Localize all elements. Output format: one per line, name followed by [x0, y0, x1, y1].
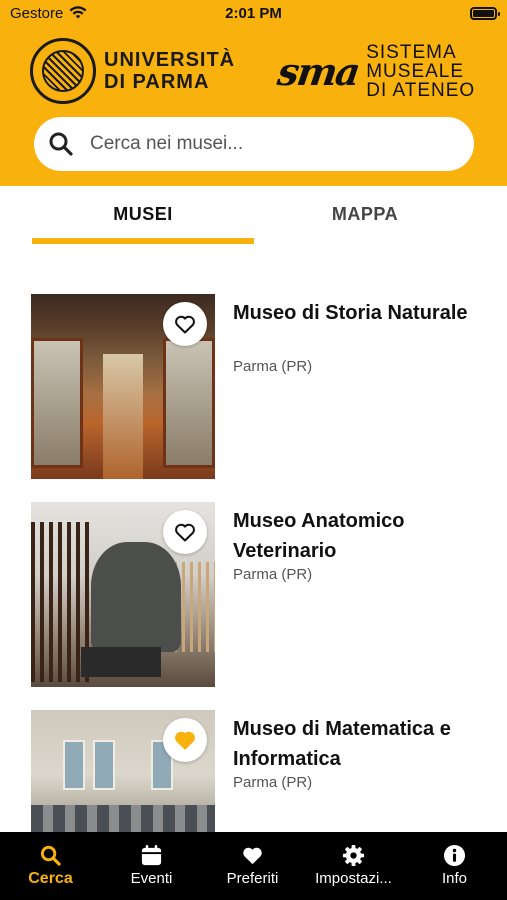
- status-bar: Gestore 2:01 PM: [0, 0, 507, 28]
- museum-location: Parma (PR): [233, 774, 313, 791]
- sma-name-line2: MUSEALE: [366, 60, 465, 82]
- museum-location: Parma (PR): [233, 358, 313, 375]
- heart-icon: [243, 847, 262, 865]
- tabbar-item-preferiti[interactable]: Preferiti: [202, 832, 303, 900]
- tabbar-label: Cerca: [28, 870, 73, 887]
- tabbar-label: Impostazi...: [315, 870, 392, 887]
- university-seal-icon: [30, 38, 96, 104]
- favorite-button[interactable]: [163, 302, 207, 346]
- sma-name-line1: SISTEMA: [366, 41, 457, 63]
- sma-name: SISTEMA MUSEALE DI ATENEO: [366, 43, 475, 100]
- search-icon: [40, 845, 61, 866]
- museum-card[interactable]: Museo di Storia Naturale Parma (PR): [31, 294, 476, 479]
- sma-name-line3: DI ATENEO: [366, 79, 476, 101]
- tabbar-label: Preferiti: [226, 870, 279, 887]
- tabbar-item-eventi[interactable]: Eventi: [101, 832, 202, 900]
- university-logo: UNIVERSITÀ DI PARMA: [30, 38, 235, 104]
- app-header: Gestore 2:01 PM UNIVERSITÀ DI PARMA sma …: [0, 0, 507, 186]
- university-name-line2: DI PARMA: [104, 71, 210, 93]
- active-tab-indicator: [32, 238, 254, 244]
- tab-mappa[interactable]: MAPPA: [254, 204, 476, 225]
- tabbar-item-impostazioni[interactable]: Impostazi...: [303, 832, 404, 900]
- tabbar-label: Eventi: [130, 870, 173, 887]
- museum-location: Parma (PR): [233, 566, 313, 583]
- info-icon: [443, 844, 466, 867]
- tabbar-item-info[interactable]: Info: [404, 832, 505, 900]
- museum-name: Museo Anatomico Veterinario: [233, 510, 405, 562]
- university-name-line1: UNIVERSITÀ: [104, 49, 236, 71]
- search-bar[interactable]: [34, 117, 474, 171]
- gear-icon: [342, 844, 365, 867]
- favorite-button[interactable]: [163, 510, 207, 554]
- tabbar-item-cerca[interactable]: Cerca: [0, 832, 101, 900]
- heart-outline-icon: [175, 315, 195, 334]
- bottom-tab-bar: Cerca Eventi Preferiti Impostazi... Info: [0, 832, 507, 900]
- heart-outline-icon: [175, 523, 195, 542]
- museum-name: Museo di Storia Naturale: [233, 302, 468, 324]
- heart-filled-icon: [175, 731, 195, 750]
- tab-musei[interactable]: MUSEI: [32, 204, 254, 225]
- clock: 2:01 PM: [225, 5, 282, 22]
- battery-icon: [470, 7, 500, 20]
- tabbar-label: Info: [441, 870, 468, 887]
- museum-photo: [31, 294, 215, 479]
- sma-logo: sma SISTEMA MUSEALE DI ATENEO: [274, 38, 475, 104]
- museum-card[interactable]: Museo Anatomico Veterinario Parma (PR): [31, 502, 476, 687]
- search-input[interactable]: [90, 133, 450, 155]
- university-name: UNIVERSITÀ DI PARMA: [104, 49, 235, 93]
- sma-script-mark: sma: [274, 48, 362, 94]
- favorite-button[interactable]: [163, 718, 207, 762]
- museum-photo: [31, 502, 215, 687]
- museum-name: Museo di Matematica e Informatica: [233, 718, 451, 770]
- calendar-icon: [141, 844, 162, 866]
- search-icon: [49, 132, 73, 156]
